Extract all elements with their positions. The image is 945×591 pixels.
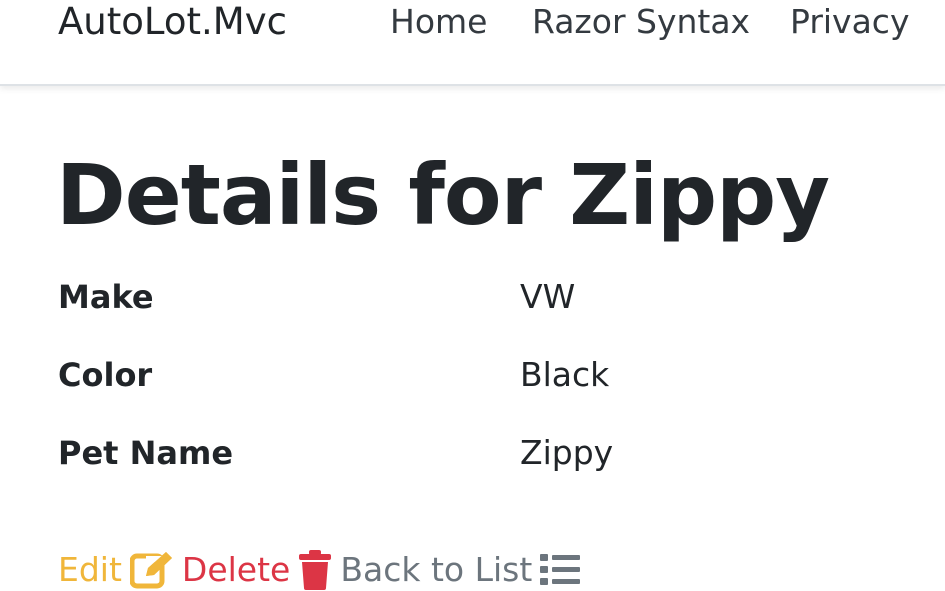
nav-link-privacy[interactable]: Privacy [790,0,909,44]
page: AutoLot.Mvc Home Razor Syntax Privacy De… [0,0,945,591]
delete-link-label: Delete [181,550,291,589]
nav-link-home[interactable]: Home [390,0,487,44]
edit-link[interactable]: Edit [58,548,174,591]
field-value-pet-name: Zippy [520,433,614,472]
field-label-color: Color [58,356,153,394]
field-label-pet-name: Pet Name [58,434,234,472]
trash-icon [298,550,332,590]
page-title: Details for Zippy [56,146,830,244]
action-links: Edit Delete Back to List [58,546,581,591]
field-label-make: Make [58,278,154,316]
brand-link[interactable]: AutoLot.Mvc [58,0,287,44]
edit-link-label: Edit [58,550,122,589]
list-icon [540,552,581,588]
back-to-list-label: Back to List [340,550,533,589]
delete-link[interactable]: Delete [182,548,332,591]
nav-link-razor-syntax[interactable]: Razor Syntax [532,0,750,44]
field-value-make: VW [520,277,576,316]
back-to-list-link[interactable]: Back to List [340,548,581,591]
edit-icon [129,550,174,590]
top-navbar: AutoLot.Mvc Home Razor Syntax Privacy [0,0,945,86]
field-value-color: Black [520,355,610,394]
